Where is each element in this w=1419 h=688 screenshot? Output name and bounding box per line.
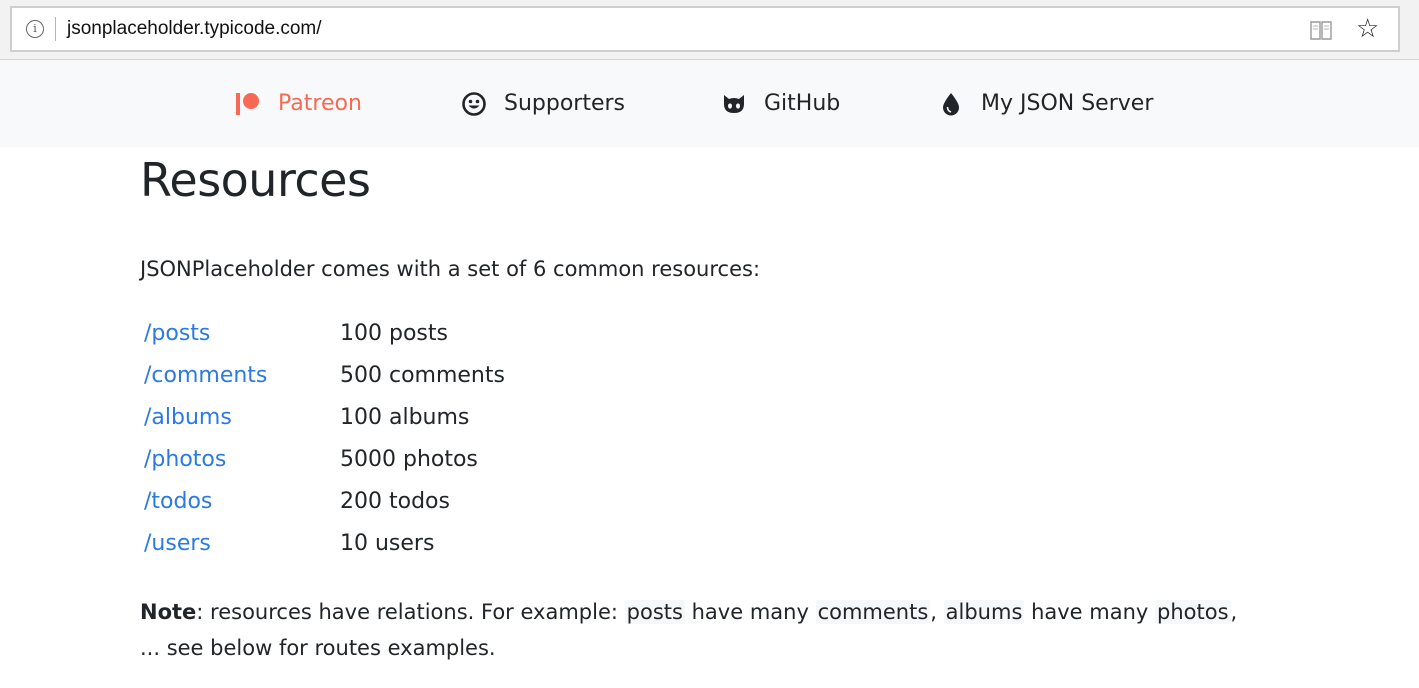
nav-label: My JSON Server	[981, 91, 1154, 116]
note-text: have many	[1024, 600, 1156, 624]
note-text: ,	[930, 600, 944, 624]
resource-count: 100 posts	[340, 321, 448, 346]
resource-link[interactable]: /comments	[144, 363, 267, 388]
resource-count: 10 users	[340, 531, 435, 556]
resource-count: 5000 photos	[340, 447, 478, 472]
resource-link[interactable]: /photos	[144, 447, 226, 472]
address-separator	[55, 17, 56, 41]
nav-label: Patreon	[278, 91, 362, 116]
browser-chrome: i jsonplaceholder.typicode.com/ ☆	[0, 0, 1419, 60]
resource-count: 200 todos	[340, 489, 450, 514]
smiley-icon	[461, 91, 487, 117]
nav-link-patreon[interactable]: Patreon	[235, 60, 362, 147]
intro-text: JSONPlaceholder comes with a set of 6 co…	[140, 257, 761, 281]
note-text: : resources have relations. For example:	[196, 600, 625, 624]
url-text[interactable]: jsonplaceholder.typicode.com/	[67, 18, 322, 40]
code-posts: posts	[624, 600, 685, 624]
github-icon	[721, 91, 747, 117]
address-bar[interactable]: i jsonplaceholder.typicode.com/ ☆	[10, 6, 1400, 52]
resource-row: /comments 500 comments	[140, 363, 840, 405]
resource-count: 100 albums	[340, 405, 470, 430]
nav-label: Supporters	[504, 91, 626, 116]
nav-label: GitHub	[764, 91, 841, 116]
code-albums: albums	[943, 600, 1025, 624]
resource-row: /posts 100 posts	[140, 321, 840, 363]
relations-note: Note: resources have relations. For exam…	[140, 594, 1260, 666]
resource-link[interactable]: /users	[144, 531, 211, 556]
code-photos: photos	[1155, 600, 1231, 624]
resource-row: /photos 5000 photos	[140, 447, 840, 489]
resource-row: /users 10 users	[140, 531, 840, 573]
star-icon[interactable]: ☆	[1356, 15, 1379, 43]
nav-link-github[interactable]: GitHub	[721, 60, 840, 147]
code-comments: comments	[815, 600, 931, 624]
nav-link-my-json-server[interactable]: My JSON Server	[938, 60, 1153, 147]
page-title: Resources	[140, 153, 371, 207]
resource-count: 500 comments	[340, 363, 505, 388]
droplet-icon	[938, 91, 964, 117]
info-icon[interactable]: i	[26, 20, 44, 38]
resource-link[interactable]: /albums	[144, 405, 232, 430]
resource-link[interactable]: /posts	[144, 321, 210, 346]
resource-row: /todos 200 todos	[140, 489, 840, 531]
nav-link-supporters[interactable]: Supporters	[461, 60, 625, 147]
top-nav: Patreon Supporters GitHub My JSON Server	[0, 60, 1419, 147]
reading-view-icon[interactable]	[1309, 19, 1333, 41]
note-label: Note	[140, 600, 197, 624]
resource-row: /albums 100 albums	[140, 405, 840, 447]
patreon-icon	[235, 91, 261, 117]
resource-link[interactable]: /todos	[144, 489, 212, 514]
note-text: have many	[684, 600, 816, 624]
